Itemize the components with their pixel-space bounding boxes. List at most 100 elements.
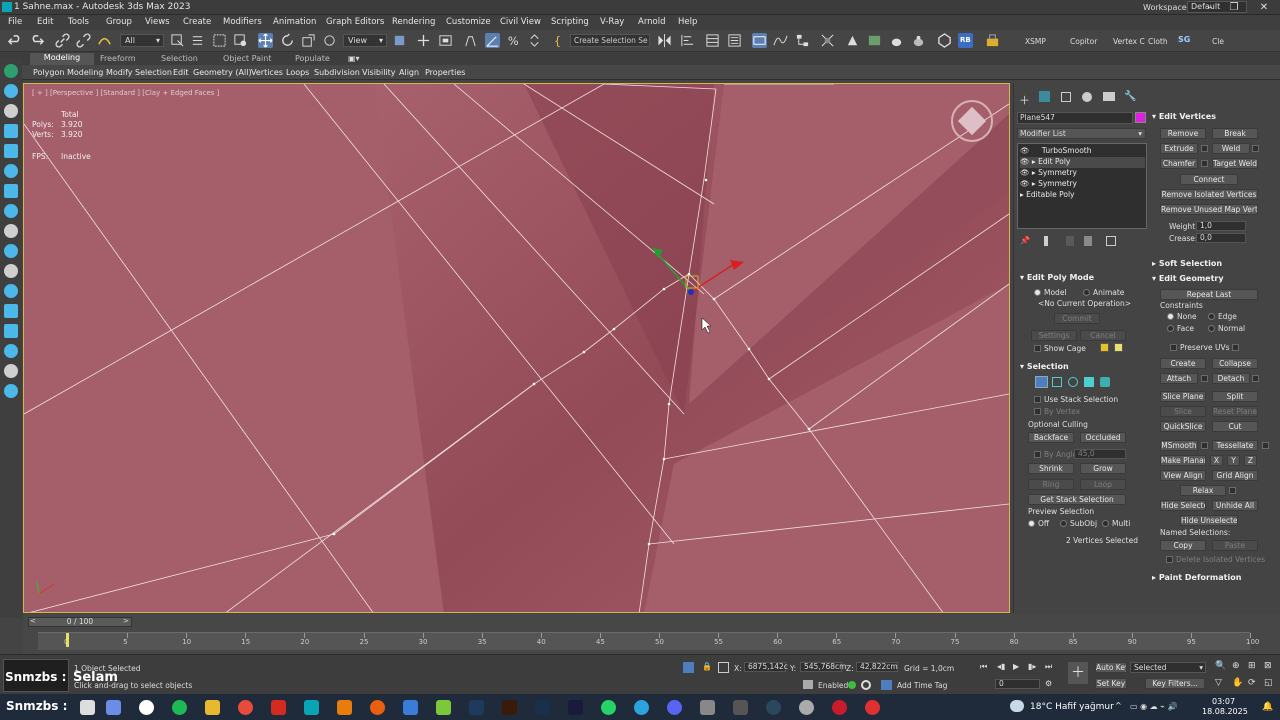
get-stack-selection-button[interactable]: Get Stack Selection <box>1028 494 1126 505</box>
menu-vray[interactable]: V-Ray <box>600 17 624 27</box>
rect-selection-icon[interactable] <box>212 33 227 48</box>
grow-button[interactable]: Grow <box>1080 463 1126 474</box>
constraint-face-radio[interactable] <box>1167 325 1174 332</box>
set-key-icon[interactable]: ＋ <box>1068 662 1088 684</box>
planar-x-button[interactable]: X <box>1210 455 1223 466</box>
hide-unselected-button[interactable]: Hide Unselected <box>1180 515 1238 526</box>
stack-item-symmetry-2[interactable]: 👁 ▸ Symmetry <box>1020 179 1145 190</box>
chamfer-button[interactable]: Chamfer <box>1160 158 1198 169</box>
goto-start-icon[interactable]: ⏮ <box>980 662 987 672</box>
edit-geometry-header[interactable]: ▾ Edit Geometry <box>1152 274 1224 283</box>
relax-settings-icon[interactable] <box>1229 487 1236 494</box>
by-angle-spinner[interactable]: 45,0 <box>1074 449 1126 459</box>
selection-filter-dropdown[interactable]: All ▾ <box>120 34 164 47</box>
fov-icon[interactable]: ▽ <box>1215 678 1222 688</box>
spotify-icon[interactable] <box>172 700 187 715</box>
weather-icon[interactable] <box>1010 700 1024 712</box>
weight-spinner[interactable]: 1,0 <box>1196 221 1246 231</box>
vertex-mode-icon[interactable] <box>1035 376 1048 388</box>
make-unique-icon[interactable] <box>1066 236 1074 246</box>
eye-icon[interactable]: 👁 <box>1020 179 1030 188</box>
pivot-icon[interactable] <box>392 33 407 48</box>
key-filters-button[interactable]: Key Filters... <box>1145 678 1205 689</box>
select-by-name-icon[interactable] <box>190 33 205 48</box>
menu-rendering[interactable]: Rendering <box>392 17 435 27</box>
extrude-button[interactable]: Extrude <box>1160 143 1198 154</box>
opera-icon[interactable] <box>832 700 847 715</box>
ribbon-visibility[interactable]: Visibility <box>362 68 396 77</box>
ribbon-align[interactable]: Align <box>399 68 419 77</box>
menu-file[interactable]: File <box>8 17 22 27</box>
time-cursor[interactable] <box>66 633 69 647</box>
slice-button[interactable]: Slice <box>1160 406 1206 417</box>
schematic-view-icon[interactable] <box>795 33 810 48</box>
app-red-icon[interactable] <box>865 700 880 715</box>
ribbon-vertices[interactable]: Vertices <box>251 68 283 77</box>
render-teapot-icon[interactable] <box>889 33 904 48</box>
absolute-mode-icon[interactable] <box>718 662 729 673</box>
modify-icon[interactable] <box>4 204 18 218</box>
menu-scripting[interactable]: Scripting <box>551 17 589 27</box>
vertex-color-button[interactable]: Vertex C <box>1113 37 1145 46</box>
mirror-icon[interactable] <box>657 33 672 48</box>
expand-icon[interactable]: ▸ <box>1020 190 1024 199</box>
menu-tools[interactable]: Tools <box>68 17 89 27</box>
make-planar-button[interactable]: Make Planar <box>1160 455 1206 466</box>
media-icon[interactable] <box>139 700 154 715</box>
backface-button[interactable]: Backface <box>1028 432 1074 443</box>
tab-freeform[interactable]: Freeform <box>100 54 136 63</box>
tab-selection[interactable]: Selection <box>161 54 198 63</box>
eye-icon[interactable]: 👁 <box>1020 168 1030 177</box>
notification-icon[interactable]: 🔔 <box>1262 702 1273 712</box>
eye-icon[interactable] <box>4 364 18 378</box>
animate-radio[interactable] <box>1083 289 1090 296</box>
steam-icon[interactable] <box>766 700 781 715</box>
sun-icon[interactable] <box>4 104 18 118</box>
loop-button[interactable]: Loop <box>1080 479 1126 490</box>
constraint-normal-radio[interactable] <box>1208 325 1215 332</box>
ribbon-options-icon[interactable]: ▣▾ <box>348 54 360 63</box>
clock-date[interactable]: 18.08.2025 <box>1202 707 1248 716</box>
close-button[interactable]: ✕ <box>1250 0 1278 15</box>
zoom-icon[interactable]: 🔍 <box>1215 661 1226 671</box>
camera-icon[interactable] <box>4 144 18 158</box>
expand-icon[interactable]: ▸ <box>1032 157 1036 166</box>
preview-off-radio[interactable] <box>1028 520 1035 527</box>
move-icon[interactable] <box>258 33 273 48</box>
ribbon-geometry-all[interactable]: Geometry (All) <box>193 68 252 77</box>
set-key-button[interactable]: Set Key <box>1095 678 1127 689</box>
telegram-icon[interactable] <box>634 700 649 715</box>
object-name-field[interactable]: Plane547 <box>1017 112 1133 124</box>
edit-poly-mode-header[interactable]: ▾ Edit Poly Mode <box>1020 273 1094 282</box>
tab-populate[interactable]: Populate <box>295 54 330 63</box>
track-bar[interactable]: 0510152025303540455055606570758085909510… <box>38 632 1259 650</box>
ref-coord-dropdown[interactable]: View ▾ <box>343 34 387 47</box>
stack-item-editable-poly[interactable]: ▸ Editable Poly <box>1020 190 1145 201</box>
maximize-button[interactable]: ❐ <box>1220 0 1248 15</box>
planar-z-button[interactable]: Z <box>1244 455 1257 466</box>
render-active-icon[interactable] <box>911 33 926 48</box>
media-encoder-icon[interactable] <box>568 700 583 715</box>
link-icon[interactable] <box>55 33 70 48</box>
viewcube-icon[interactable] <box>951 100 993 142</box>
scene-explorer-icon[interactable] <box>705 33 720 48</box>
hide-selected-button[interactable]: Hide Selected <box>1160 500 1206 511</box>
menu-animation[interactable]: Animation <box>273 17 316 27</box>
redo-icon[interactable] <box>29 33 45 48</box>
create-button[interactable]: Create <box>1160 358 1206 369</box>
ribbon-edit[interactable]: Edit <box>173 68 189 77</box>
polygon-mode-icon[interactable] <box>1084 377 1094 387</box>
select-object-icon[interactable] <box>170 33 185 48</box>
zoom-extents-all-icon[interactable]: ⊠ <box>1264 661 1272 671</box>
eye-icon[interactable]: 👁 <box>1020 146 1030 155</box>
enabled-indicator-icon[interactable] <box>848 681 856 689</box>
by-vertex-checkbox[interactable] <box>1034 408 1041 415</box>
tessellate-button[interactable]: Tessellate <box>1212 440 1258 451</box>
display-icon[interactable] <box>4 264 18 278</box>
ring-button[interactable]: Ring <box>1028 479 1074 490</box>
chrome-icon[interactable] <box>238 700 253 715</box>
whatsapp-icon[interactable] <box>601 700 616 715</box>
crease-spinner[interactable]: 0,0 <box>1196 233 1246 243</box>
remove-isolated-vertices-button[interactable]: Remove Isolated Vertices <box>1160 189 1258 200</box>
ribbon-polygon-modeling[interactable]: Polygon Modeling <box>33 68 103 77</box>
